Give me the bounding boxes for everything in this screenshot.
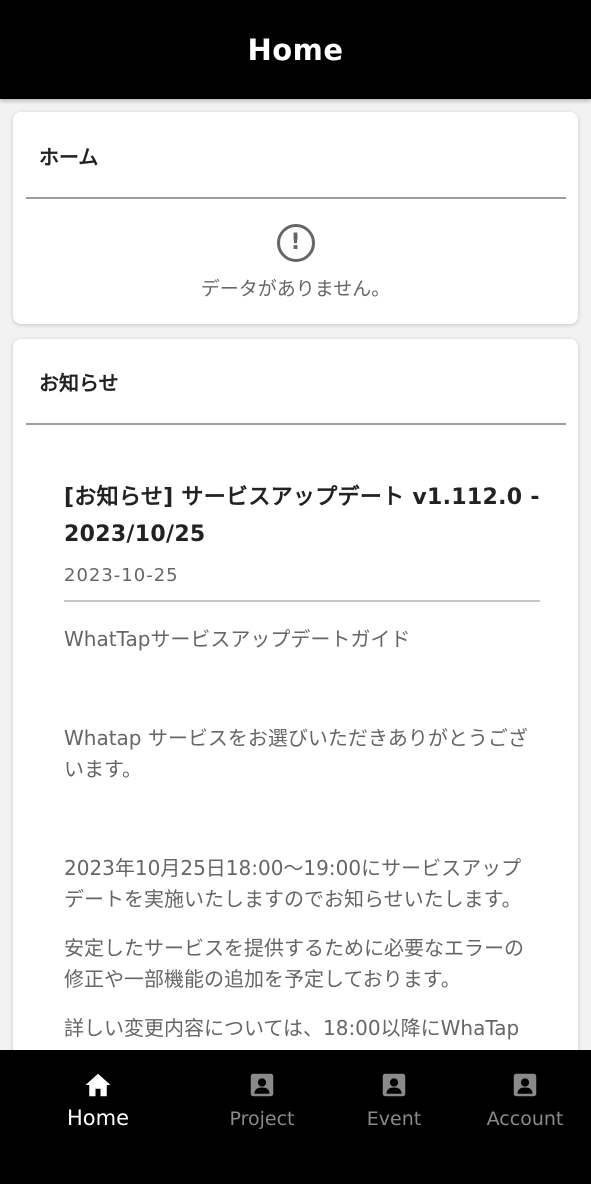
bottom-nav: Home Project Event Account bbox=[0, 1050, 591, 1184]
empty-state: ! データがありません。 bbox=[13, 224, 578, 301]
home-card-divider bbox=[26, 197, 566, 199]
notice-paragraph: WhatTapサービスアップデートガイド bbox=[64, 627, 411, 651]
page-title: Home bbox=[247, 32, 344, 67]
account-box-icon bbox=[382, 1073, 406, 1097]
notice-body: WhatTapサービスアップデートガイド Whatap サービスをお選びいただき… bbox=[64, 624, 540, 1044]
home-icon bbox=[85, 1073, 111, 1097]
nav-item-event[interactable]: Event bbox=[344, 1050, 444, 1184]
home-card: ホーム ! データがありません。 bbox=[13, 112, 578, 324]
notice-paragraph: 安定したサービスを提供するために必要なエラーの修正や一部機能の追加を予定しており… bbox=[64, 936, 524, 991]
nav-label-event: Event bbox=[366, 1108, 422, 1130]
nav-item-project[interactable]: Project bbox=[212, 1050, 312, 1184]
nav-item-home[interactable]: Home bbox=[48, 1050, 148, 1184]
app-root: Home ホーム ! データがありません。 お知らせ [お知らせ] サービスアッ… bbox=[0, 0, 591, 1184]
home-card-title: ホーム bbox=[39, 145, 99, 169]
nav-item-account[interactable]: Account bbox=[475, 1050, 575, 1184]
main-content[interactable]: ホーム ! データがありません。 お知らせ [お知らせ] サービスアップデート … bbox=[0, 99, 591, 1050]
notice-item[interactable]: [お知らせ] サービスアップデート v1.112.0 - 2023/10/25 … bbox=[64, 479, 540, 1044]
notice-title[interactable]: [お知らせ] サービスアップデート v1.112.0 - 2023/10/25 bbox=[64, 479, 540, 553]
notice-divider bbox=[64, 600, 540, 602]
alert-circle-icon: ! bbox=[276, 224, 315, 262]
account-box-icon bbox=[513, 1073, 537, 1097]
notice-card-divider bbox=[26, 423, 566, 425]
notice-paragraph: Whatap サービスをお選びいただきありがとうございます。 bbox=[64, 726, 528, 781]
nav-label-account: Account bbox=[486, 1108, 564, 1130]
app-header: Home bbox=[0, 0, 591, 99]
notice-date: 2023-10-25 bbox=[64, 565, 179, 586]
account-box-icon bbox=[250, 1073, 274, 1097]
nav-label-home: Home bbox=[66, 1106, 129, 1130]
empty-state-text: データがありません。 bbox=[200, 278, 391, 300]
notice-paragraph: 2023年10月25日18:00～19:00にサービスアップデートを実施いたしま… bbox=[64, 856, 522, 911]
notice-card: お知らせ [お知らせ] サービスアップデート v1.112.0 - 2023/1… bbox=[13, 339, 578, 1050]
nav-label-project: Project bbox=[229, 1108, 295, 1130]
notice-card-title: お知らせ bbox=[39, 371, 119, 395]
notice-paragraph: 詳しい変更内容については、18:00以降にWhaTap bbox=[64, 1016, 520, 1040]
